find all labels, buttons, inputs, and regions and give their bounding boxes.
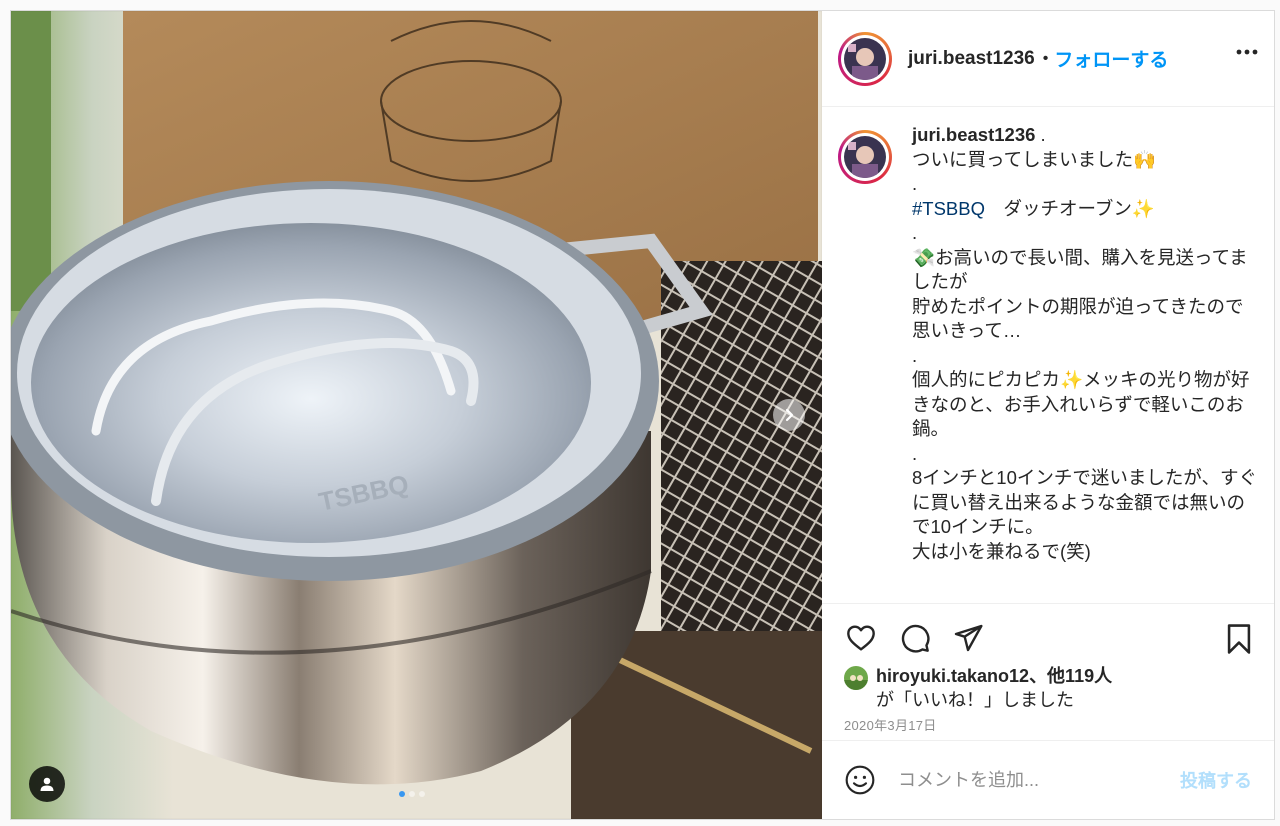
chevron-right-icon — [785, 408, 794, 422]
send-icon[interactable] — [951, 622, 985, 654]
post-comment-button[interactable]: 投稿する — [1180, 767, 1252, 793]
comment-input[interactable] — [896, 768, 1180, 792]
avatar[interactable] — [838, 31, 892, 86]
likes-text: hiroyuki.takano12、他119人が「いいね！」しました — [876, 664, 1112, 712]
comment-icon[interactable] — [898, 622, 932, 654]
action-bar: hiroyuki.takano12、他119人が「いいね！」しました 2020年… — [822, 603, 1274, 735]
comment-form: 投稿する — [822, 740, 1274, 819]
heart-icon[interactable] — [844, 622, 878, 654]
likes-summary: hiroyuki.takano12、他119人が「いいね！」しました — [844, 664, 1112, 712]
liker-username[interactable]: hiroyuki.takano12 — [876, 666, 1029, 686]
caption-username-suffix: . — [1035, 124, 1046, 145]
carousel-dot — [409, 791, 415, 797]
dutch-oven-photo: TSBBQ — [11, 11, 822, 819]
post-date[interactable]: 2020年3月17日 — [844, 715, 937, 734]
follow-button[interactable]: フォローする — [1054, 45, 1168, 72]
caption-text: juri.beast1236 . ついに買ってしまいました🙌 . #TSBBQ … — [912, 123, 1258, 564]
caption-lines-a: ついに買ってしまいました🙌 . — [912, 148, 1157, 195]
carousel-dot — [399, 791, 405, 797]
avatar-image — [844, 37, 886, 80]
hashtag-suffix: ダッチオーブン✨ — [985, 197, 1155, 219]
carousel-dot — [419, 791, 425, 797]
caption: juri.beast1236 . ついに買ってしまいました🙌 . #TSBBQ … — [838, 123, 1258, 564]
user-icon — [40, 777, 54, 791]
post-photo[interactable]: TSBBQ — [11, 11, 822, 819]
comments-area[interactable]: juri.beast1236 . ついに買ってしまいました🙌 . #TSBBQ … — [822, 107, 1274, 603]
carousel-next-button[interactable] — [773, 399, 805, 431]
avatar-image — [844, 136, 886, 178]
caption-lines-b: . 💸お高いので長い間、購入を見送ってましたが 貯めたポイントの期限が迫ってきた… — [912, 222, 1257, 562]
more-horizontal-icon[interactable] — [1236, 49, 1258, 55]
liker-avatar-image — [844, 666, 868, 690]
hashtag-link[interactable]: #TSBBQ — [912, 198, 985, 219]
post-card: TSBBQ juri.beast1236 • フォローする juri.beast… — [10, 10, 1275, 820]
caption-avatar[interactable] — [838, 130, 892, 184]
likes-others[interactable]: 、他119人 — [1029, 666, 1112, 686]
separator: • — [1042, 49, 1049, 67]
carousel-indicator — [399, 791, 425, 797]
tagged-users-button[interactable] — [29, 766, 65, 802]
emoji-icon[interactable] — [844, 764, 876, 796]
likes-suffix: が「いいね！」しました — [876, 690, 1074, 710]
header-username[interactable]: juri.beast1236 — [908, 48, 1035, 70]
bookmark-icon[interactable] — [1222, 622, 1256, 656]
post-side-panel: juri.beast1236 • フォローする juri.beast1236 .… — [822, 11, 1274, 819]
caption-username[interactable]: juri.beast1236 — [912, 124, 1035, 145]
liker-avatar[interactable] — [844, 666, 868, 690]
post-header: juri.beast1236 • フォローする — [822, 11, 1274, 107]
